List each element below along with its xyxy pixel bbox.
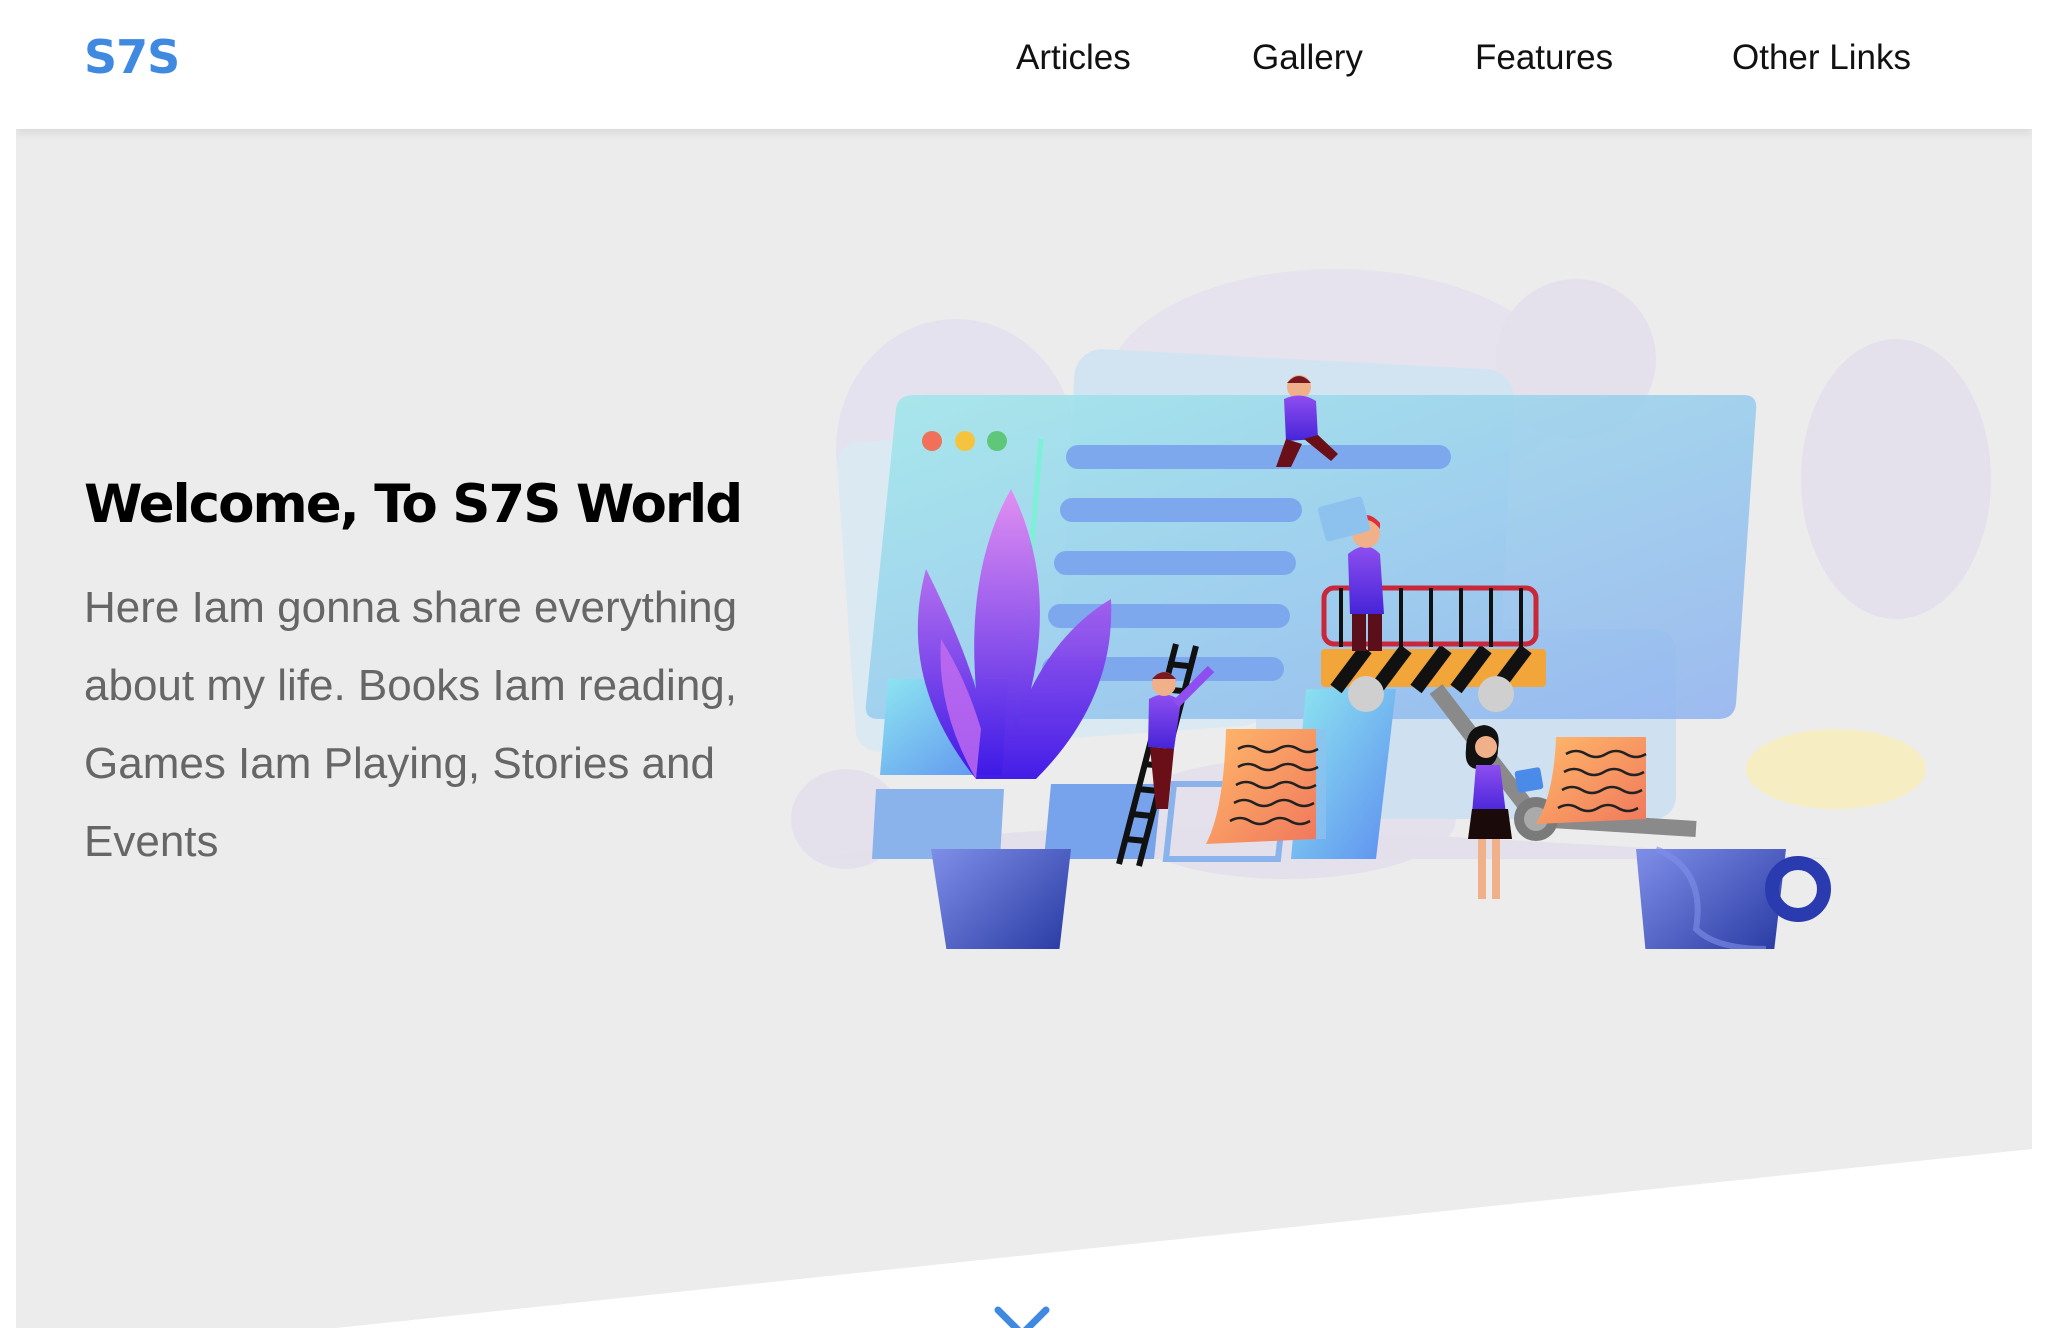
hero-description: Here Iam gonna share everything about my… [84, 583, 738, 866]
nav-link-gallery[interactable]: Gallery [1252, 38, 1363, 78]
nav-link-other-links[interactable]: Other Links [1732, 38, 1911, 78]
page: Welcome, To S7S World Here Iam gonna sha… [16, 0, 2032, 1328]
chevron-down-icon[interactable] [994, 1304, 1050, 1328]
nav-link-features[interactable]: Features [1475, 38, 1613, 78]
site-header: S7S Articles Gallery Features Other Link… [16, 0, 2032, 129]
main-nav: Articles Gallery Features Other Links [16, 38, 2032, 88]
website-building-illustration [791, 269, 1991, 949]
nav-link-articles[interactable]: Articles [1016, 38, 1131, 78]
hero-section: Welcome, To S7S World Here Iam gonna sha… [16, 129, 2032, 1328]
hero-title: Welcome, To S7S World [84, 474, 743, 535]
